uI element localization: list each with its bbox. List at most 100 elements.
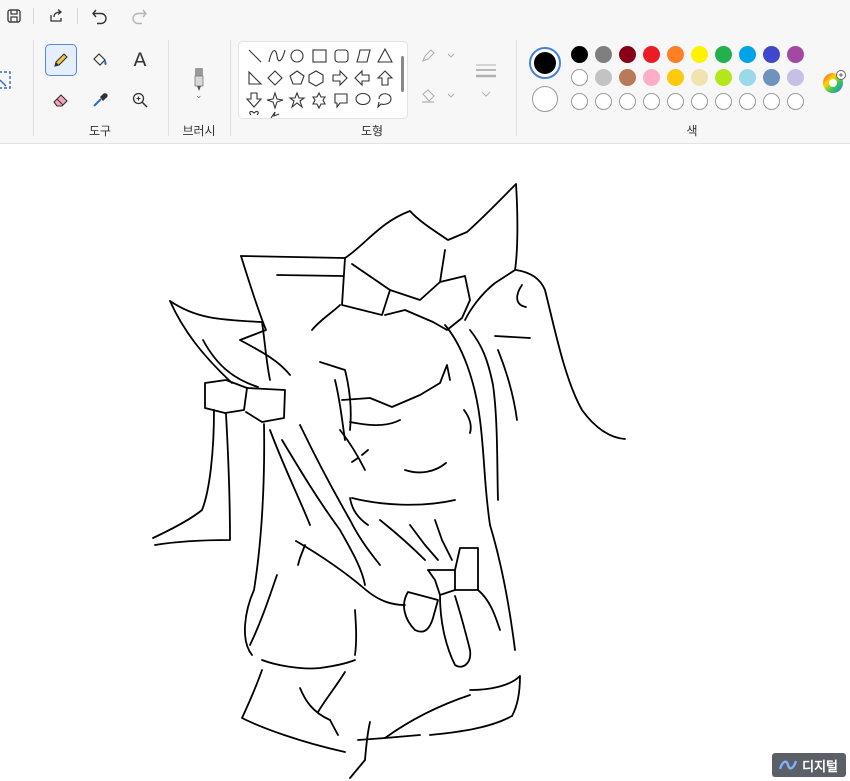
tools-group-label: 도구: [88, 124, 112, 138]
save-button[interactable]: [0, 3, 28, 29]
four-point-star-shape-icon: [266, 91, 284, 110]
custom-color-slot[interactable]: [643, 93, 660, 110]
custom-color-slot[interactable]: [763, 93, 780, 110]
redo-button[interactable]: [125, 3, 153, 29]
left-bow-b: [245, 387, 286, 423]
shapes-gallery[interactable]: [238, 41, 408, 119]
line-shape-icon: [248, 49, 262, 63]
undo-icon: [92, 9, 107, 25]
custom-color-slot[interactable]: [787, 93, 804, 110]
image-select-button[interactable]: [0, 64, 18, 96]
diamond-shape-icon: [267, 70, 283, 86]
color-picker-tool[interactable]: [84, 84, 116, 116]
size-button[interactable]: [468, 56, 504, 102]
palette-swatch[interactable]: [715, 69, 732, 86]
quick-access-bar: [0, 0, 850, 34]
left-arrow-shape-icon: [354, 69, 370, 87]
custom-color-slot[interactable]: [619, 93, 636, 110]
shape-fill-icon: [422, 89, 455, 103]
custom-color-slot[interactable]: [667, 93, 684, 110]
palette-swatch[interactable]: [787, 46, 804, 63]
right-triangle-shape-icon: [248, 70, 263, 85]
curve-shape-icon: [268, 49, 286, 63]
hexagon-shape-icon: [308, 70, 324, 87]
triangle-shape-icon: [377, 47, 393, 63]
zoom-icon: [132, 92, 148, 108]
watermark-text: 디지털: [802, 759, 838, 775]
custom-color-slot[interactable]: [595, 93, 612, 110]
toolbar-divider: [77, 8, 78, 24]
text-tool[interactable]: A: [124, 44, 156, 76]
palette-swatch[interactable]: [571, 69, 588, 86]
group-divider: [33, 40, 34, 136]
palette-swatch[interactable]: [715, 46, 732, 63]
outline-icon: [422, 49, 455, 62]
logo-icon: [778, 760, 798, 770]
rectangle-shape-icon: [312, 49, 327, 63]
drawing-canvas[interactable]: [0, 145, 850, 781]
custom-color-slot[interactable]: [739, 93, 756, 110]
custom-color-slot[interactable]: [691, 93, 708, 110]
line-size-icon: [476, 64, 496, 97]
redo-icon: [132, 9, 147, 25]
pentagon-shape-icon: [289, 70, 305, 85]
oval-callout-shape-icon: [355, 92, 371, 106]
up-arrow-shape-icon: [376, 70, 394, 86]
share-button[interactable]: [42, 3, 70, 29]
custom-color-slot[interactable]: [571, 93, 588, 110]
group-divider: [168, 40, 169, 136]
palette-swatch[interactable]: [643, 69, 660, 86]
palette-swatch[interactable]: [763, 46, 780, 63]
custom-color-slot[interactable]: [715, 93, 732, 110]
brushes-group-label: 브러시: [182, 124, 216, 138]
palette-swatch[interactable]: [667, 46, 684, 63]
heart-shape-icon: [249, 110, 259, 116]
group-divider: [516, 40, 517, 136]
pencil-tool[interactable]: [45, 44, 77, 76]
toolbar-divider: [33, 8, 34, 24]
text-icon: A: [133, 49, 147, 71]
palette-swatch[interactable]: [739, 69, 756, 86]
eraser-tool[interactable]: [45, 84, 77, 116]
oval-shape-icon: [290, 49, 304, 63]
fill-tool[interactable]: [84, 44, 116, 76]
down-arrow-shape-icon: [245, 92, 263, 108]
share-icon: [50, 9, 63, 22]
rect-callout-shape-icon: [334, 93, 348, 109]
right-arrow-shape-icon: [332, 69, 348, 87]
eyedropper-icon: [93, 93, 108, 107]
neck-bow-left: [403, 591, 439, 633]
primary-color-swatch: [534, 52, 556, 74]
palette-swatch[interactable]: [691, 46, 708, 63]
shapes-group-label: 도형: [360, 124, 384, 138]
palette-swatch[interactable]: [595, 46, 612, 63]
palette-swatch[interactable]: [619, 69, 636, 86]
palette-swatch[interactable]: [763, 69, 780, 86]
chevron-down-icon: ⌄: [195, 90, 203, 100]
cloud-callout-shape-icon: [377, 93, 392, 109]
lightning-shape-icon: [270, 111, 280, 118]
palette-swatch[interactable]: [787, 69, 804, 86]
edit-colors-button[interactable]: [820, 70, 846, 101]
outline-button[interactable]: [418, 44, 458, 68]
bow-right-loop: [344, 183, 519, 321]
shapes-scrollbar[interactable]: [401, 56, 404, 92]
brush-icon: [194, 68, 204, 91]
secondary-color-button[interactable]: [532, 86, 558, 112]
primary-color-button[interactable]: [529, 47, 561, 79]
palette-swatch[interactable]: [739, 46, 756, 63]
undo-button[interactable]: [86, 3, 114, 29]
palette-swatch[interactable]: [667, 69, 684, 86]
magnifier-tool[interactable]: [124, 84, 156, 116]
palette-swatch[interactable]: [595, 69, 612, 86]
polygon-shape-icon: [356, 49, 371, 63]
palette-swatch[interactable]: [643, 46, 660, 63]
palette-swatch[interactable]: [571, 46, 588, 63]
palette-swatch[interactable]: [691, 69, 708, 86]
six-point-star-shape-icon: [311, 91, 327, 110]
palette-swatch[interactable]: [619, 46, 636, 63]
shape-fill-button[interactable]: [418, 84, 458, 108]
five-point-star-shape-icon: [288, 91, 306, 109]
bow-left-loop: [240, 255, 391, 316]
sketch-drawing: [152, 183, 626, 779]
